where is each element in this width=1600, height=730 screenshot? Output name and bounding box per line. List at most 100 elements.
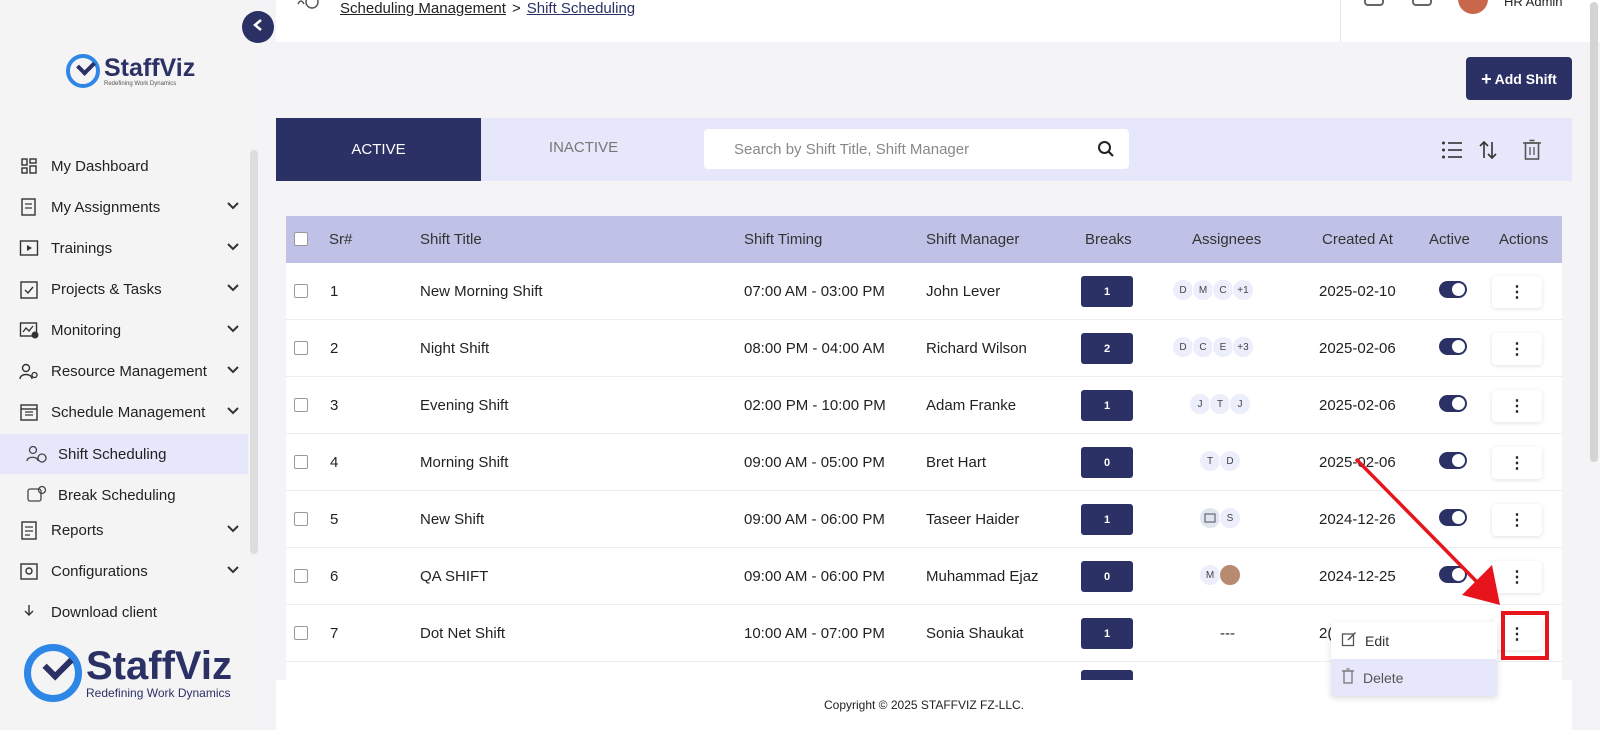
row-checkbox[interactable] [294,626,308,640]
add-shift-button[interactable]: + Add Shift [1466,57,1572,100]
column-header[interactable]: Breaks [1085,231,1132,248]
search-input[interactable] [734,129,1084,169]
sidebar-nav: My Dashboard My Assignments Trainings Pr… [0,146,252,622]
list-view-icon[interactable] [1440,138,1464,162]
cell-sr: 4 [330,454,339,471]
sidebar-subitem-label: Break Scheduling [58,486,176,504]
row-actions-button[interactable]: ⋮ [1492,276,1542,308]
table-row: 6 QA SHIFT 09:00 AM - 06:00 PM Muhammad … [286,548,1562,605]
select-all-checkbox[interactable] [294,232,308,246]
assignee-avatars[interactable]: D M C +1 [1172,279,1254,301]
row-checkbox[interactable] [294,398,308,412]
cell-shift-title: Dot Net Shift [420,625,506,642]
breadcrumb-scheduling-management[interactable]: Scheduling Management [340,0,506,17]
notification-icon[interactable] [1364,0,1384,6]
user-name[interactable]: HR Admin [1504,0,1563,9]
assignee-more: +3 [1232,336,1254,358]
sidebar-scrollbar[interactable] [250,150,258,554]
breaks-badge[interactable]: 0 [1081,447,1133,478]
sidebar-subitem-shift-scheduling[interactable]: Shift Scheduling [0,434,248,474]
sidebar: StaffViz Redefining Work Dynamics My Das… [0,0,260,730]
sidebar-subitem-label: Shift Scheduling [58,445,167,463]
row-checkbox[interactable] [294,512,308,526]
column-header[interactable]: Shift Title [420,231,482,248]
assignee-avatars[interactable]: J T J [1189,393,1251,415]
cell-created-at: 2025-02-06 [1319,340,1396,357]
sidebar-item-resource[interactable]: Resource Management [18,357,244,385]
cell-created-at: 2025-02-06 [1319,454,1396,471]
row-checkbox[interactable] [294,455,308,469]
messages-icon[interactable] [1412,0,1432,6]
edit-icon [1341,631,1357,650]
assignee-avatar: D [1172,336,1194,358]
breaks-badge[interactable] [1081,670,1133,680]
active-toggle[interactable] [1439,566,1467,583]
sidebar-item-dashboard[interactable]: My Dashboard [18,152,244,180]
collapse-sidebar-button[interactable] [242,11,274,43]
sidebar-item-download-client[interactable]: Download client [18,598,244,622]
breaks-badge[interactable]: 2 [1081,333,1133,364]
menu-item-delete[interactable]: Delete [1331,659,1497,696]
breaks-badge[interactable]: 1 [1081,618,1133,649]
assignee-avatar: M [1199,564,1221,586]
sidebar-item-assignments[interactable]: My Assignments [18,193,244,221]
row-checkbox[interactable] [294,569,308,583]
sort-icon[interactable] [1476,138,1500,162]
cell-sr: 1 [330,283,339,300]
table-row: 1 New Morning Shift 07:00 AM - 03:00 PM … [286,263,1562,320]
sidebar-item-monitoring[interactable]: Monitoring [18,316,244,344]
row-actions-button[interactable]: ⋮ [1492,447,1542,479]
sidebar-item-schedule[interactable]: Schedule Management [18,398,244,426]
active-toggle[interactable] [1439,509,1467,526]
tab-active[interactable]: ACTIVE [276,118,481,181]
breaks-badge[interactable]: 1 [1081,390,1133,421]
assignee-avatars[interactable]: D C E +3 [1172,336,1254,358]
breaks-badge[interactable]: 1 [1081,276,1133,307]
assignee-avatars[interactable]: S [1199,507,1241,529]
sidebar-item-label: Reports [51,521,104,539]
sidebar-item-label: Monitoring [51,321,122,339]
active-toggle[interactable] [1439,452,1467,469]
kebab-icon: ⋮ [1509,398,1525,415]
row-checkbox[interactable] [294,341,308,355]
cell-shift-manager: Richard Wilson [926,340,1027,357]
active-toggle[interactable] [1439,281,1467,298]
sidebar-item-configurations[interactable]: Configurations [18,557,244,585]
sidebar-item-trainings[interactable]: Trainings [18,234,244,262]
assignee-avatars[interactable]: T D [1199,450,1241,472]
row-actions-button[interactable]: ⋮ [1492,561,1542,593]
search-icon[interactable] [1097,140,1115,163]
menu-item-edit[interactable]: Edit [1331,622,1497,659]
column-header[interactable]: Created At [1322,231,1393,248]
sidebar-subitem-break-scheduling[interactable]: Break Scheduling [0,475,248,515]
active-toggle[interactable] [1439,338,1467,355]
row-actions-button[interactable]: ⋮ [1492,504,1542,536]
column-header: Actions [1499,231,1549,248]
trash-icon [1341,668,1355,687]
kebab-icon: ⋮ [1509,569,1525,586]
row-checkbox[interactable] [294,284,308,298]
reports-icon [18,519,40,541]
trash-icon[interactable] [1520,138,1544,162]
breadcrumb-shift-scheduling[interactable]: Shift Scheduling [527,0,635,17]
table-row: 2 Night Shift 08:00 PM - 04:00 AM Richar… [286,320,1562,377]
assignee-avatar: E [1212,336,1234,358]
row-actions-button[interactable]: ⋮ [1492,390,1542,422]
active-toggle[interactable] [1439,395,1467,412]
cell-sr: 7 [330,625,339,642]
chevron-down-icon [226,522,240,540]
main-scrollbar[interactable] [1590,2,1598,462]
sidebar-item-projects[interactable]: Projects & Tasks [18,275,244,303]
logo-mark-icon [24,644,82,702]
column-header[interactable]: Sr# [329,231,352,248]
sidebar-item-reports[interactable]: Reports [18,516,244,544]
breaks-badge[interactable]: 0 [1081,561,1133,592]
assignee-avatars[interactable]: M [1199,564,1241,586]
tab-inactive[interactable]: INACTIVE [481,118,686,181]
breaks-badge[interactable]: 1 [1081,504,1133,535]
row-actions-button[interactable]: ⋮ [1492,333,1542,365]
column-header[interactable]: Assignees [1192,231,1261,248]
column-header[interactable]: Shift Timing [744,231,822,248]
column-header[interactable]: Shift Manager [926,231,1019,248]
cell-shift-title: Night Shift [420,340,490,357]
